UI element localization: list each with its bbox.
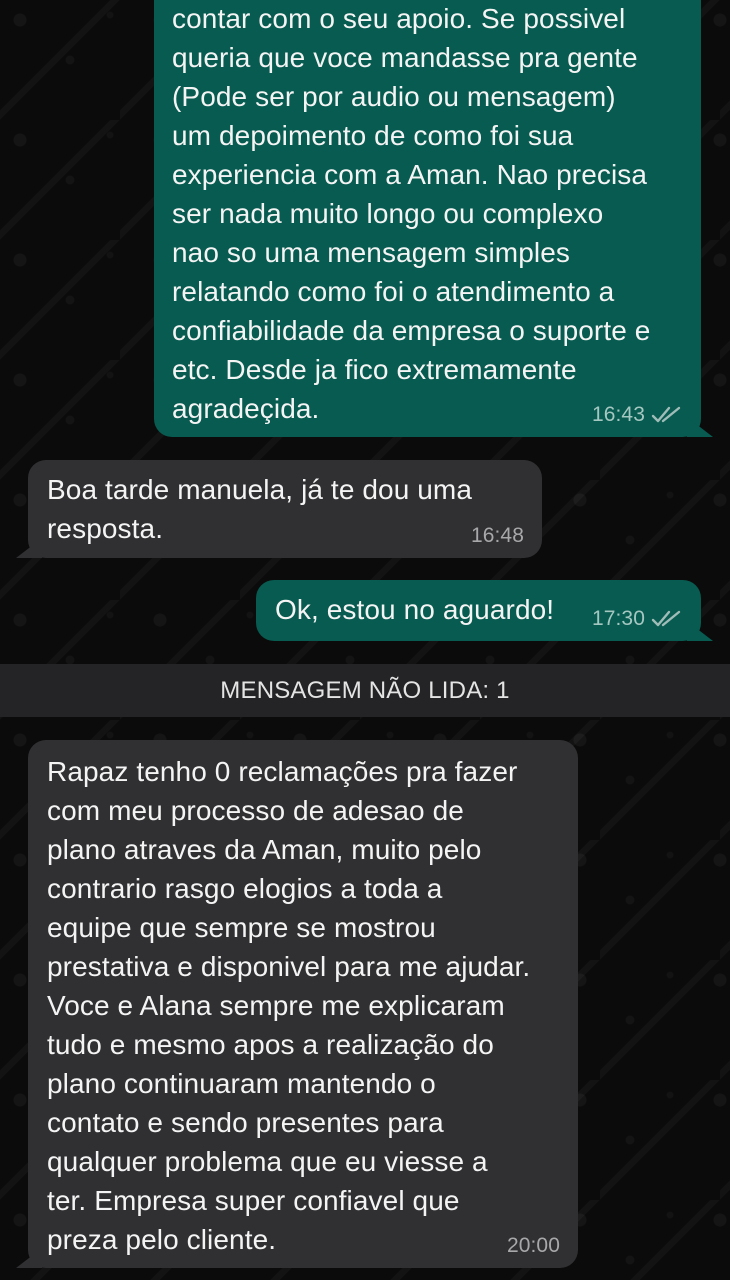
incoming-message-bubble[interactable]: Boa tarde manuela, já te dou uma respost… <box>16 460 542 558</box>
message-time: 20:00 <box>506 1234 560 1257</box>
message-meta: 16:48 <box>471 524 524 548</box>
double-check-icon <box>651 406 681 423</box>
message-time: 16:43 <box>591 403 645 426</box>
double-check-icon <box>651 610 681 627</box>
outgoing-message-bubble[interactable]: contar com o seu apoio. Se possivel quer… <box>154 0 713 437</box>
message-time: 17:30 <box>591 607 645 630</box>
message-meta: 20:00 <box>507 1234 560 1258</box>
message-text: Boa tarde manuela, já te dou uma respost… <box>47 474 473 544</box>
message-text: contar com o seu apoio. Se possivel quer… <box>172 3 651 424</box>
bubble-tail <box>16 1248 42 1268</box>
outgoing-message-bubble[interactable]: Ok, estou no aguardo! 17:30 <box>256 580 713 641</box>
bubble-tail <box>687 417 713 437</box>
bubble-tail <box>687 621 713 641</box>
message-time: 16:48 <box>470 524 524 547</box>
message-text: Rapaz tenho 0 reclamações pra fazer com … <box>47 756 531 1255</box>
unread-messages-banner: MENSAGEM NÃO LIDA: 1 <box>0 664 730 717</box>
message-meta: 16:43 <box>592 403 681 427</box>
incoming-message-bubble[interactable]: Rapaz tenho 0 reclamações pra fazer com … <box>16 740 578 1268</box>
message-meta: 17:30 <box>592 607 681 631</box>
chat-thread[interactable]: contar com o seu apoio. Se possivel quer… <box>0 0 730 1280</box>
bubble-tail <box>16 538 42 558</box>
